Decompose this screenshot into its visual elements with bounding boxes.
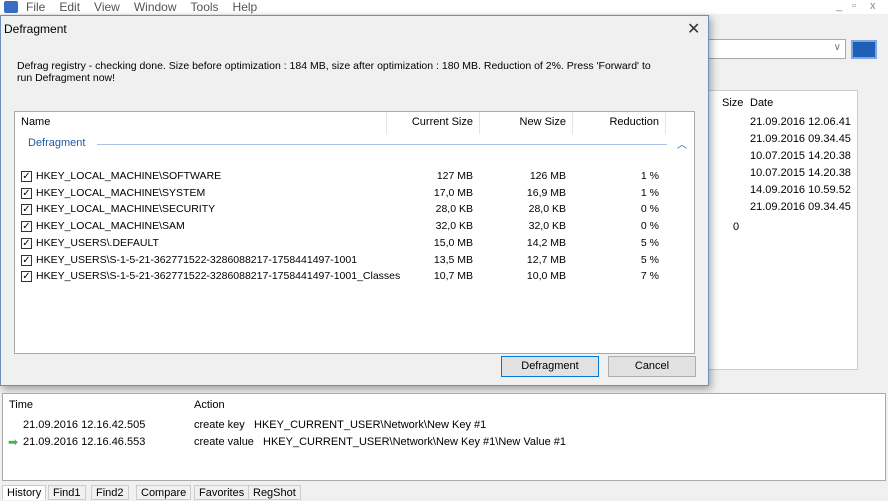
current-size: 15,0 MB: [433, 236, 473, 249]
search-button[interactable]: [851, 40, 877, 59]
history-list: Time Action 21.09.2016 12.16.42.505 crea…: [2, 393, 886, 481]
current-size: 13,5 MB: [433, 253, 473, 266]
reduction: 7 %: [640, 270, 659, 283]
new-size: 32,0 KB: [528, 220, 566, 233]
history-action: create key: [194, 419, 245, 431]
key-name: HKEY_LOCAL_MACHINE\SYSTEM: [36, 186, 206, 199]
arrow-right-icon: ➡: [8, 435, 19, 449]
path-combo[interactable]: ∨: [708, 39, 846, 59]
history-time: 21.09.2016 12.16.42.505: [23, 419, 146, 431]
menu-edit[interactable]: Edit: [59, 0, 80, 14]
table-row[interactable]: ✓ HKEY_LOCAL_MACHINE\SOFTWARE 127 MB 126…: [15, 168, 695, 185]
app-icon: [4, 1, 18, 13]
checkbox[interactable]: ✓: [21, 271, 32, 283]
menu-bar: File Edit View Window Tools Help _ ▫ x: [0, 0, 888, 14]
dialog-title: Defragment: [4, 22, 67, 36]
table-row[interactable]: ✓ HKEY_LOCAL_MACHINE\SAM 32,0 KB 32,0 KB…: [15, 218, 695, 235]
current-size: 32,0 KB: [435, 220, 473, 233]
table-row[interactable]: ✓ HKEY_LOCAL_MACHINE\SYSTEM 17,0 MB 16,9…: [15, 185, 695, 202]
date-cell: 10.07.2015 14.20.38: [750, 150, 851, 162]
date-cell: 21.09.2016 09.34.45: [750, 201, 851, 213]
date-cell: 10.07.2015 14.20.38: [750, 167, 851, 179]
table-row[interactable]: ✓ HKEY_USERS\S-1-5-21-362771522-32860882…: [15, 252, 695, 269]
defrag-table: Name Current Size New Size Reduction Def…: [14, 111, 695, 354]
key-name: HKEY_USERS\S-1-5-21-362771522-3286088217…: [36, 253, 358, 266]
new-size: 12,7 MB: [526, 253, 566, 266]
key-name: HKEY_LOCAL_MACHINE\SAM: [36, 220, 185, 233]
current-size: 127 MB: [436, 170, 473, 182]
minimize-button[interactable]: _: [836, 0, 842, 12]
history-path: HKEY_CURRENT_USER\Network\New Key #1: [254, 419, 487, 431]
key-name: HKEY_USERS\S-1-5-21-362771522-3286088217…: [36, 270, 401, 283]
new-size: 28,0 KB: [528, 203, 566, 216]
checkbox[interactable]: ✓: [21, 171, 32, 182]
column-name[interactable]: Name: [15, 112, 387, 134]
history-path: HKEY_CURRENT_USER\Network\New Key #1\New…: [263, 436, 567, 448]
new-size: 10,0 MB: [526, 270, 566, 283]
table-row[interactable]: ✓ HKEY_LOCAL_MACHINE\SECURITY 28,0 KB 28…: [15, 201, 695, 218]
reduction: 5 %: [640, 236, 659, 249]
column-action[interactable]: Action: [194, 399, 225, 411]
restore-button[interactable]: ▫: [852, 0, 856, 12]
defragment-button[interactable]: Defragment: [501, 356, 599, 377]
table-row[interactable]: ✓ HKEY_USERS\S-1-5-21-362771522-32860882…: [15, 268, 695, 285]
current-size: 10,7 MB: [433, 270, 473, 283]
tab-favorites[interactable]: Favorites: [194, 485, 250, 500]
new-size: 14,2 MB: [526, 236, 566, 249]
close-button[interactable]: x: [870, 0, 876, 12]
tab-compare[interactable]: Compare: [136, 485, 192, 500]
checkbox[interactable]: ✓: [21, 237, 32, 249]
menu-help[interactable]: Help: [233, 0, 258, 14]
new-size: 16,9 MB: [526, 186, 566, 199]
reduction: 0 %: [640, 203, 659, 216]
history-action: create value: [194, 436, 254, 448]
column-size[interactable]: Size: [722, 97, 743, 109]
defragment-dialog: Defragment ✕ Defrag registry - checking …: [0, 15, 709, 386]
checkbox[interactable]: ✓: [21, 221, 32, 233]
key-name: HKEY_LOCAL_MACHINE\SECURITY: [36, 203, 216, 216]
current-size: 28,0 KB: [435, 203, 473, 216]
reduction: 5 %: [640, 253, 659, 266]
chevron-up-icon[interactable]: ︿: [677, 136, 687, 151]
column-current-size[interactable]: Current Size: [387, 112, 480, 134]
tab-history[interactable]: History: [2, 485, 47, 500]
size-cell: 0: [733, 221, 740, 233]
checkbox[interactable]: ✓: [21, 204, 32, 216]
status-message: Defrag registry - checking done. Size be…: [17, 60, 651, 84]
history-time: 21.09.2016 12.16.46.553: [23, 436, 146, 448]
key-name: HKEY_USERS\.DEFAULT: [36, 236, 159, 249]
chevron-down-icon: ∨: [833, 42, 841, 53]
tab-regshot[interactable]: RegShot: [248, 485, 301, 500]
tab-find1[interactable]: Find1: [48, 485, 86, 500]
column-date[interactable]: Date: [750, 97, 773, 109]
cancel-button[interactable]: Cancel: [608, 356, 696, 377]
date-cell: 14.09.2016 10.59.52: [750, 184, 851, 196]
menu-window[interactable]: Window: [134, 0, 177, 14]
key-name: HKEY_LOCAL_MACHINE\SOFTWARE: [36, 170, 222, 182]
menu-view[interactable]: View: [94, 0, 120, 14]
tab-find2[interactable]: Find2: [91, 485, 129, 500]
reduction: 1 %: [640, 186, 659, 199]
column-time[interactable]: Time: [9, 399, 33, 411]
table-row[interactable]: ✓ HKEY_USERS\.DEFAULT 15,0 MB 14,2 MB 5 …: [15, 235, 695, 252]
values-list: Size Date 21.09.2016 12.06.41 21.09.2016…: [708, 90, 858, 370]
new-size: 126 MB: [529, 170, 566, 182]
column-new-size[interactable]: New Size: [480, 112, 573, 134]
reduction: 0 %: [640, 220, 659, 233]
group-header[interactable]: Defragment: [28, 137, 85, 149]
date-cell: 21.09.2016 12.06.41: [750, 116, 851, 128]
reduction: 1 %: [640, 170, 659, 182]
checkbox[interactable]: ✓: [21, 187, 32, 199]
menu-tools[interactable]: Tools: [191, 0, 219, 14]
date-cell: 21.09.2016 09.34.45: [750, 133, 851, 145]
column-reduction[interactable]: Reduction: [573, 112, 666, 134]
checkbox[interactable]: ✓: [21, 254, 32, 266]
group-divider: [97, 144, 667, 145]
close-icon[interactable]: ✕: [687, 19, 700, 39]
menu-file[interactable]: File: [26, 0, 45, 14]
current-size: 17,0 MB: [433, 186, 473, 199]
